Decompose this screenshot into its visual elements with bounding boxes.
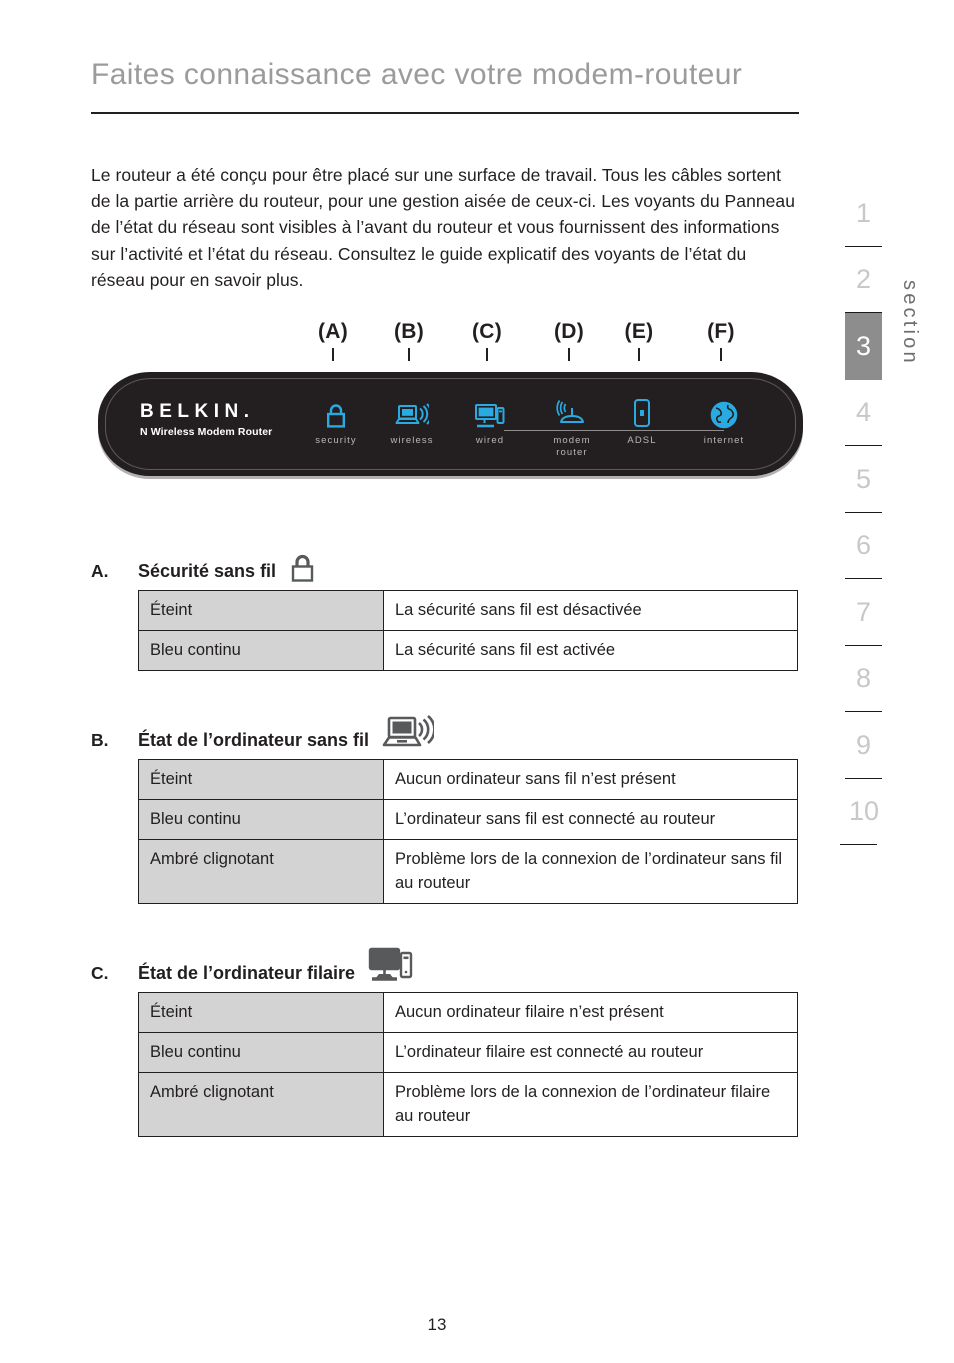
led-internet: internet (681, 390, 767, 447)
section-a-table: Éteint La sécurité sans fil est désactiv… (138, 590, 798, 672)
led-description: Problème lors de la connexion de l’ordin… (383, 1072, 798, 1138)
table-row: Éteint Aucun ordinateur sans fil n’est p… (138, 759, 798, 801)
desktop-computer-icon (447, 390, 533, 430)
led-description: L’ordinateur filaire est connecté au rou… (383, 1032, 798, 1074)
router-front-panel: BELKIN. N Wireless Modem Router security… (98, 372, 803, 476)
callout-f-label: (F) (707, 320, 735, 344)
section-c-table: Éteint Aucun ordinateur filaire n’est pr… (138, 992, 798, 1138)
sidebar-item-3[interactable]: 3 (845, 313, 882, 380)
router-illustration: (A) (B) (C) (D) (E) (F) BELKIN. N Wirele… (91, 320, 803, 485)
led-description: Aucun ordinateur sans fil n’est présent (383, 759, 798, 801)
sidebar-item-8[interactable]: 8 (845, 646, 882, 713)
led-state: Ambré clignotant (138, 839, 384, 905)
section-a: A. Sécurité sans fil Éteint La sécurité … (91, 542, 803, 672)
led-state: Éteint (138, 759, 384, 801)
led-description: L’ordinateur sans fil est connecté au ro… (383, 799, 798, 841)
callout-f-tick (720, 348, 722, 362)
table-row: Ambré clignotant Problème lors de la con… (138, 839, 798, 905)
adsl-modem-icon (599, 390, 685, 430)
page-footer: 13 (0, 1315, 954, 1335)
callout-a-tick (332, 348, 334, 362)
led-state: Éteint (138, 590, 384, 632)
led-state: Éteint (138, 992, 384, 1034)
section-a-title: Sécurité sans fil (138, 561, 277, 582)
callout-a-label: (A) (317, 320, 349, 344)
document-page: Faites connaissance avec votre modem-rou… (0, 0, 954, 1363)
sidebar-item-2[interactable]: 2 (845, 247, 882, 314)
table-row: Éteint La sécurité sans fil est désactiv… (138, 590, 798, 632)
section-a-letter: A. (91, 561, 109, 582)
section-b-title: État de l’ordinateur sans fil (138, 730, 370, 751)
sidebar-item-4[interactable]: 4 (845, 380, 882, 447)
led-state: Ambré clignotant (138, 1072, 384, 1138)
section-b-heading: B. État de l’ordinateur sans fil (91, 711, 803, 753)
sidebar-item-7[interactable]: 7 (845, 579, 882, 646)
desktop-computer-icon (368, 946, 416, 986)
table-row: Ambré clignotant Problème lors de la con… (138, 1072, 798, 1138)
section-b-letter: B. (91, 730, 109, 751)
sidebar-item-5[interactable]: 5 (845, 446, 882, 513)
led-description: Aucun ordinateur filaire n’est présent (383, 992, 798, 1034)
sidebar-item-6[interactable]: 6 (845, 513, 882, 580)
led-security-label: security (315, 435, 357, 447)
callout-labels: (A) (B) (C) (D) (E) (F) (91, 320, 803, 376)
section-a-heading: A. Sécurité sans fil (91, 542, 803, 584)
page-title: Faites connaissance avec votre modem-rou… (91, 58, 743, 91)
page-number: 13 (427, 1315, 447, 1334)
led-description: Problème lors de la connexion de l’ordin… (383, 839, 798, 905)
led-state: Bleu continu (138, 1032, 384, 1074)
led-description: La sécurité sans fil est désactivée (383, 590, 798, 632)
globe-internet-icon (681, 390, 767, 430)
callout-b-label: (B) (393, 320, 425, 344)
led-adsl: ADSL (599, 390, 685, 447)
padlock-icon (293, 390, 379, 430)
table-row: Éteint Aucun ordinateur filaire n’est pr… (138, 992, 798, 1034)
led-state: Bleu continu (138, 630, 384, 672)
table-row: Bleu continu L’ordinateur sans fil est c… (138, 799, 798, 841)
intro-paragraph: Le routeur a été conçu pour être placé s… (91, 165, 795, 290)
padlock-icon (289, 552, 316, 584)
section-b: B. État de l’ordinateur sans fil Éteint … (91, 711, 803, 905)
callout-b-tick (408, 348, 410, 362)
laptop-wireless-icon (369, 390, 455, 430)
callout-d: (D) (539, 320, 599, 362)
led-adsl-label: ADSL (627, 435, 657, 447)
section-c-heading: C. État de l’ordinateur filaire (91, 944, 803, 986)
section-b-table: Éteint Aucun ordinateur sans fil n’est p… (138, 759, 798, 905)
callout-f: (F) (691, 320, 751, 362)
section-c: C. État de l’ordinateur filaire Éteint A… (91, 944, 803, 1138)
callout-c-label: (C) (471, 320, 503, 344)
callout-c: (C) (457, 320, 517, 362)
main-content: Faites connaissance avec votre modem-rou… (91, 0, 803, 1138)
callout-a: (A) (303, 320, 363, 362)
callout-c-tick (486, 348, 488, 362)
led-description: La sécurité sans fil est activée (383, 630, 798, 672)
led-wired: wired (447, 390, 533, 447)
callout-b: (B) (379, 320, 439, 362)
laptop-wireless-icon (382, 713, 435, 753)
led-internet-label: internet (703, 435, 745, 447)
section-sidebar: 1 2 3 4 5 6 7 8 9 10 section (820, 180, 954, 860)
callout-d-label: (D) (553, 320, 585, 344)
section-c-letter: C. (91, 963, 109, 984)
callout-d-tick (568, 348, 570, 362)
callout-e-tick (638, 348, 640, 362)
sidebar-item-10[interactable]: 10 (840, 779, 888, 846)
section-tab-list: 1 2 3 4 5 6 7 8 9 10 (840, 180, 882, 845)
led-wireless: wireless (369, 390, 455, 447)
sidebar-item-9[interactable]: 9 (845, 712, 882, 779)
sidebar-section-label: section (899, 280, 921, 366)
callout-e: (E) (609, 320, 669, 362)
table-row: Bleu continu La sécurité sans fil est ac… (138, 630, 798, 672)
section-c-title: État de l’ordinateur filaire (138, 963, 356, 984)
led-wired-label: wired (475, 435, 505, 447)
led-wireless-label: wireless (390, 435, 434, 447)
router-device: BELKIN. N Wireless Modem Router security… (98, 372, 803, 477)
table-row: Bleu continu L’ordinateur filaire est co… (138, 1032, 798, 1074)
sidebar-item-1[interactable]: 1 (845, 180, 882, 247)
callout-e-label: (E) (624, 320, 654, 344)
led-state: Bleu continu (138, 799, 384, 841)
led-security: security (293, 390, 379, 447)
